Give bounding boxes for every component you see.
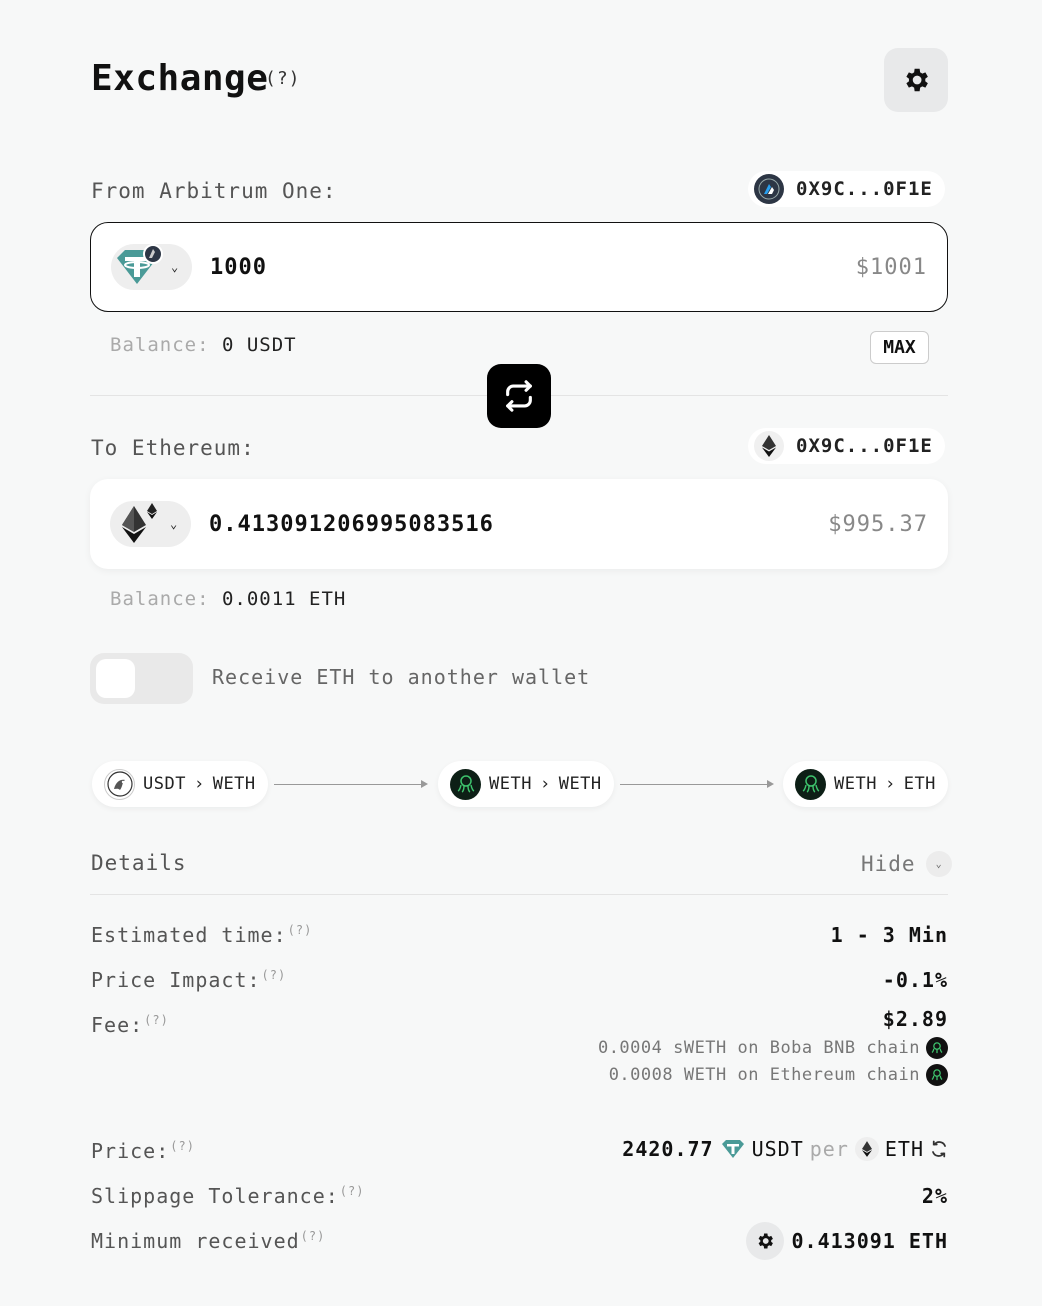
arbitrum-icon	[754, 174, 784, 204]
bridge-octopus-icon	[795, 768, 826, 800]
chevron-down-icon: ⌄	[170, 517, 178, 531]
from-wallet-address: 0X9C...0F1E	[796, 178, 933, 200]
chevron-down-icon: ⌄	[171, 260, 179, 274]
route-step-2-to: WETH	[558, 774, 602, 794]
usdt-icon	[117, 244, 163, 284]
settings-button[interactable]	[884, 48, 948, 112]
swap-arrows-icon	[506, 380, 532, 412]
price-quote: ETH	[884, 1137, 924, 1161]
receive-another-wallet-label: Receive ETH to another wallet	[212, 665, 591, 689]
ethereum-icon	[854, 1137, 879, 1161]
to-amount-output: 0.413091206995083516	[209, 511, 494, 537]
price-impact-label: Price Impact:(?)	[91, 968, 286, 992]
help-icon[interactable]: (?)	[170, 1139, 195, 1153]
price-impact-value: -0.1%	[882, 968, 948, 992]
to-wallet-address: 0X9C...0F1E	[796, 435, 933, 457]
swap-direction-button[interactable]	[487, 364, 551, 428]
gear-icon	[906, 68, 928, 92]
route-step-1-to: WETH	[212, 774, 256, 794]
from-token-select[interactable]: ⌄	[111, 244, 192, 290]
minimum-received-label: Minimum received(?)	[91, 1229, 325, 1253]
help-icon[interactable]: (?)	[301, 1229, 326, 1243]
from-balance: Balance: 0 USDT	[110, 334, 297, 356]
route-step-3-from: WETH	[834, 774, 877, 794]
fee-value: $2.89	[882, 1007, 948, 1031]
hide-label: Hide	[861, 852, 916, 876]
price-label: Price:(?)	[91, 1139, 195, 1163]
price-value: 2420.77 USDT per ETH	[622, 1137, 948, 1161]
title-help-icon[interactable]: (?)	[265, 68, 301, 89]
arrow-right-icon	[421, 780, 428, 788]
fee-line-1: 0.0004 sWETH on Boba BNB chain	[597, 1038, 920, 1058]
route-step-3-to: ETH	[903, 774, 936, 794]
fee-label: Fee:(?)	[91, 1013, 169, 1037]
price-amount: 2420.77	[622, 1137, 714, 1161]
estimated-time-value: 1 - 3 Min	[830, 923, 948, 947]
usdt-icon	[721, 1140, 744, 1158]
receive-another-wallet-toggle[interactable]	[90, 653, 193, 704]
help-icon[interactable]: (?)	[262, 968, 287, 982]
bridge-octopus-icon	[926, 1037, 948, 1059]
chevron-right-icon: ›	[539, 774, 551, 794]
estimated-time-label-text: Estimated time:	[91, 923, 287, 947]
bridge-octopus-icon	[450, 768, 481, 800]
ethereum-icon	[754, 431, 784, 461]
route-step-3: WETH › ETH	[783, 761, 948, 807]
to-balance-label: Balance:	[110, 588, 210, 610]
chevron-right-icon: ›	[193, 774, 205, 794]
details-title: Details	[91, 851, 187, 875]
to-token-select[interactable]: ⌄	[110, 501, 191, 547]
slippage-label-text: Slippage Tolerance:	[91, 1184, 339, 1208]
slippage-value: 2%	[921, 1184, 948, 1208]
uniswap-icon	[104, 768, 135, 800]
chevron-down-icon: ⌄	[925, 851, 952, 877]
route-step-1-from: USDT	[143, 774, 186, 794]
from-wallet-pill[interactable]: 0X9C...0F1E	[748, 171, 945, 207]
from-usd-value: $1001	[855, 254, 927, 280]
from-chain-label: From Arbitrum One:	[91, 179, 337, 203]
help-icon[interactable]: (?)	[340, 1184, 365, 1198]
from-token-box: ⌄ 1000 $1001	[90, 222, 948, 312]
bridge-octopus-icon	[926, 1064, 948, 1086]
to-wallet-pill[interactable]: 0X9C...0F1E	[748, 428, 945, 464]
help-icon[interactable]: (?)	[144, 1013, 169, 1027]
minimum-received-label-text: Minimum received	[91, 1229, 300, 1253]
to-usd-value: $995.37	[828, 511, 928, 537]
route-arrow-2	[620, 784, 768, 785]
arrow-right-icon	[767, 780, 774, 788]
to-chain-label: To Ethereum:	[91, 436, 255, 460]
to-token-box: ⌄ 0.413091206995083516 $995.37	[90, 479, 948, 569]
refresh-icon[interactable]	[930, 1140, 948, 1158]
slippage-label: Slippage Tolerance:(?)	[91, 1184, 364, 1208]
to-balance-value: 0.0011 ETH	[221, 588, 347, 610]
route-step-2: WETH › WETH	[438, 761, 614, 807]
from-amount-input[interactable]: 1000	[210, 255, 856, 280]
gear-icon[interactable]	[745, 1222, 784, 1260]
to-balance: Balance: 0.0011 ETH	[110, 588, 346, 610]
from-balance-label: Balance:	[110, 334, 210, 356]
help-icon[interactable]: (?)	[288, 923, 313, 937]
fee-label-text: Fee:	[91, 1013, 144, 1037]
max-button[interactable]: MAX	[870, 331, 929, 364]
page-title: Exchange	[91, 58, 269, 99]
route-step-2-from: WETH	[489, 774, 532, 794]
minimum-received-value: 0.413091 ETH	[745, 1222, 949, 1260]
route-arrow-1	[274, 784, 422, 785]
fee-breakdown-1: 0.0004 sWETH on Boba BNB chain	[598, 1037, 948, 1059]
from-balance-value: 0 USDT	[221, 334, 297, 356]
price-label-text: Price:	[91, 1139, 170, 1163]
price-per: per	[809, 1137, 849, 1161]
details-hide-toggle[interactable]: Hide ⌄	[861, 851, 952, 877]
eth-token-icon	[122, 503, 157, 543]
route-step-1: USDT › WETH	[92, 761, 268, 807]
fee-breakdown-2: 0.0008 WETH on Ethereum chain	[609, 1064, 948, 1086]
fee-line-2: 0.0008 WETH on Ethereum chain	[608, 1065, 920, 1085]
details-divider	[90, 894, 948, 895]
estimated-time-label: Estimated time:(?)	[91, 923, 312, 947]
minimum-received-amount: 0.413091 ETH	[791, 1229, 948, 1253]
toggle-knob	[96, 659, 135, 698]
price-base: USDT	[751, 1137, 804, 1161]
price-impact-label-text: Price Impact:	[91, 968, 261, 992]
chevron-right-icon: ›	[884, 774, 896, 794]
